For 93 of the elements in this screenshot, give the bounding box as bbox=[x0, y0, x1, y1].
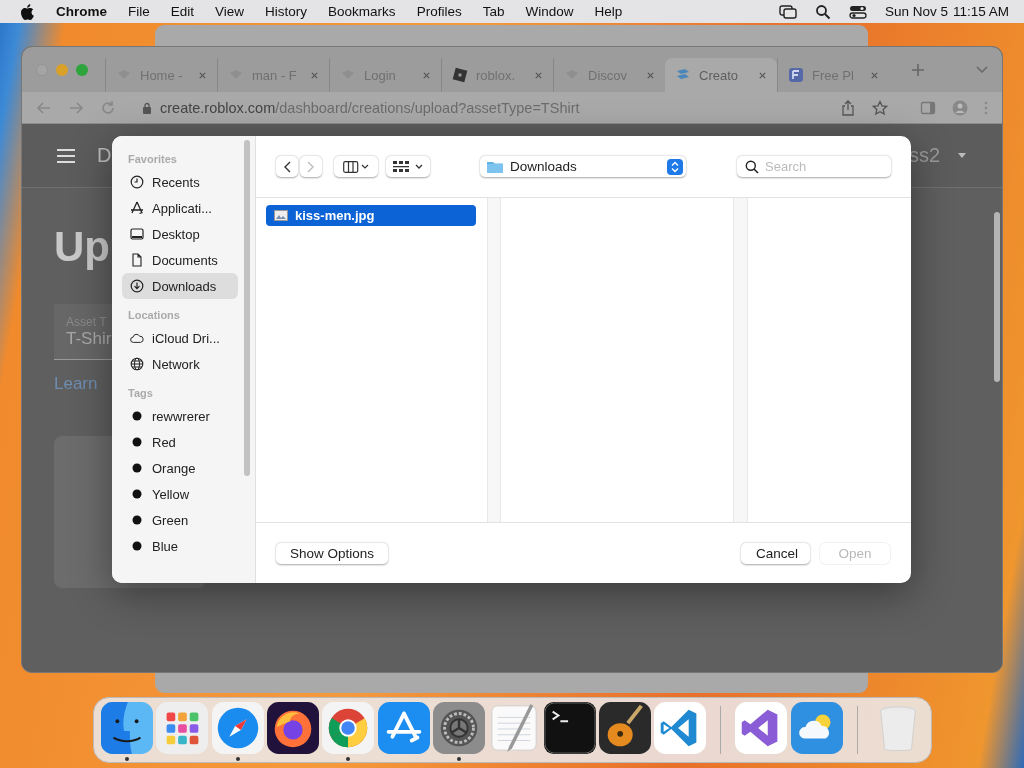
tag-dot-icon bbox=[130, 461, 144, 475]
roblox-favicon-icon bbox=[452, 67, 468, 83]
control-center-icon[interactable] bbox=[848, 4, 867, 19]
menu-icon[interactable] bbox=[57, 148, 75, 163]
finder-icon[interactable] bbox=[101, 702, 154, 754]
menu-item[interactable]: Edit bbox=[170, 4, 195, 19]
menu-item[interactable]: Chrome bbox=[56, 4, 107, 19]
bookmark-star-icon[interactable] bbox=[872, 99, 888, 116]
tag-dot-icon bbox=[130, 409, 144, 423]
menu-item[interactable]: Profiles bbox=[416, 4, 462, 19]
close-tab-icon[interactable] bbox=[198, 70, 207, 80]
search-icon[interactable] bbox=[814, 3, 831, 20]
sidebar-item[interactable]: Documents bbox=[122, 247, 238, 273]
group-view-button[interactable] bbox=[386, 156, 430, 177]
sidebar-item[interactable]: Applicati... bbox=[122, 195, 238, 221]
download-icon bbox=[130, 279, 144, 293]
new-tab-icon[interactable] bbox=[911, 62, 925, 77]
gear-icon[interactable] bbox=[432, 702, 485, 754]
chevron-left-icon bbox=[283, 160, 291, 173]
page-heading: Up bbox=[54, 226, 110, 268]
sidebar-item[interactable]: Blue bbox=[122, 533, 238, 559]
sidebar-heading: Favorites bbox=[128, 153, 178, 165]
back-button[interactable] bbox=[276, 156, 298, 177]
scroll-bar[interactable] bbox=[244, 140, 250, 476]
share-icon[interactable] bbox=[840, 99, 856, 116]
grid-icon bbox=[393, 160, 423, 173]
sidebar-item[interactable]: Red bbox=[122, 429, 238, 455]
close-tab-icon[interactable] bbox=[534, 70, 543, 80]
chrome-logo-icon[interactable] bbox=[322, 702, 375, 754]
cloud-icon bbox=[130, 331, 144, 345]
sidebar-heading: Tags bbox=[128, 387, 154, 399]
fox-globe-icon[interactable] bbox=[267, 702, 320, 754]
tag-dot-icon bbox=[130, 435, 144, 449]
menu-item[interactable]: File bbox=[128, 4, 150, 19]
side-panel-icon[interactable] bbox=[920, 99, 936, 116]
search-field[interactable]: Search bbox=[737, 156, 891, 177]
caret-icon[interactable] bbox=[958, 153, 966, 158]
apple-logo-icon[interactable] bbox=[20, 3, 34, 20]
launchpad-icon[interactable] bbox=[156, 702, 209, 754]
document-favicon-icon bbox=[788, 67, 804, 83]
tab-list-chevron-icon[interactable] bbox=[976, 65, 988, 74]
dialog-button[interactable]: Show Options bbox=[276, 542, 389, 564]
tag-dot-icon bbox=[130, 487, 144, 501]
sidebar-item[interactable]: Recents bbox=[122, 169, 238, 195]
close-tab-icon[interactable] bbox=[646, 70, 655, 80]
tag-dot-icon bbox=[130, 513, 144, 527]
menu-item[interactable]: History bbox=[265, 4, 308, 19]
column-resize-handle[interactable] bbox=[733, 198, 748, 522]
screen-mirroring-icon[interactable] bbox=[778, 4, 797, 19]
column-resize-handle[interactable] bbox=[487, 198, 501, 522]
lock-icon[interactable] bbox=[142, 101, 152, 114]
menu-item[interactable]: Window bbox=[525, 4, 574, 19]
clock-icon bbox=[130, 175, 144, 189]
close-tab-icon[interactable] bbox=[422, 70, 431, 80]
file-row[interactable]: kiss-men.jpg bbox=[266, 205, 476, 226]
sidebar-item[interactable]: rewwrerer bbox=[122, 403, 238, 429]
app-store-a-icon bbox=[130, 201, 144, 215]
code-editor-icon[interactable] bbox=[654, 702, 707, 754]
document-icon bbox=[130, 253, 144, 267]
stepper-icon bbox=[667, 158, 683, 175]
folder-icon bbox=[486, 159, 504, 174]
columns-icon bbox=[343, 160, 369, 173]
dialog-button[interactable]: Cancel bbox=[741, 542, 810, 564]
close-tab-icon[interactable] bbox=[310, 70, 319, 80]
sidebar-item[interactable]: Desktop bbox=[122, 221, 238, 247]
globe-icon bbox=[130, 357, 144, 371]
sidebar-item[interactable]: Yellow bbox=[122, 481, 238, 507]
menu-bar-time[interactable]: 11:15 AM bbox=[952, 4, 1009, 19]
sidebar-item[interactable]: Downloads bbox=[122, 273, 238, 299]
scroll-bar[interactable] bbox=[994, 212, 1000, 382]
weather-icon[interactable] bbox=[790, 702, 843, 754]
sidebar-heading: Locations bbox=[128, 309, 181, 321]
menu-item[interactable]: Help bbox=[594, 4, 623, 19]
column-view-button[interactable] bbox=[334, 156, 378, 177]
profile-icon[interactable] bbox=[952, 99, 968, 116]
close-tab-icon[interactable] bbox=[758, 70, 767, 80]
menu-item[interactable]: Tab bbox=[482, 4, 505, 19]
image-file-icon bbox=[274, 210, 288, 221]
close-tab-icon[interactable] bbox=[870, 70, 879, 80]
desktop-icon bbox=[130, 227, 144, 241]
location-popup[interactable]: Downloads bbox=[480, 156, 686, 177]
visual-studio-icon[interactable] bbox=[735, 702, 788, 754]
guitar-icon[interactable] bbox=[598, 702, 651, 754]
sidebar-item[interactable]: Green bbox=[122, 507, 238, 533]
sidebar-item[interactable]: Orange bbox=[122, 455, 238, 481]
page-title: D bbox=[97, 144, 112, 167]
tag-dot-icon bbox=[130, 539, 144, 553]
terminal-icon[interactable] bbox=[543, 702, 596, 754]
menu-bar-date[interactable]: Sun Nov 5 bbox=[884, 4, 948, 19]
chevron-right-icon bbox=[307, 160, 315, 173]
search-icon bbox=[745, 160, 759, 174]
menu-item[interactable]: Bookmarks bbox=[328, 4, 396, 19]
menu-item[interactable]: View bbox=[215, 4, 245, 19]
